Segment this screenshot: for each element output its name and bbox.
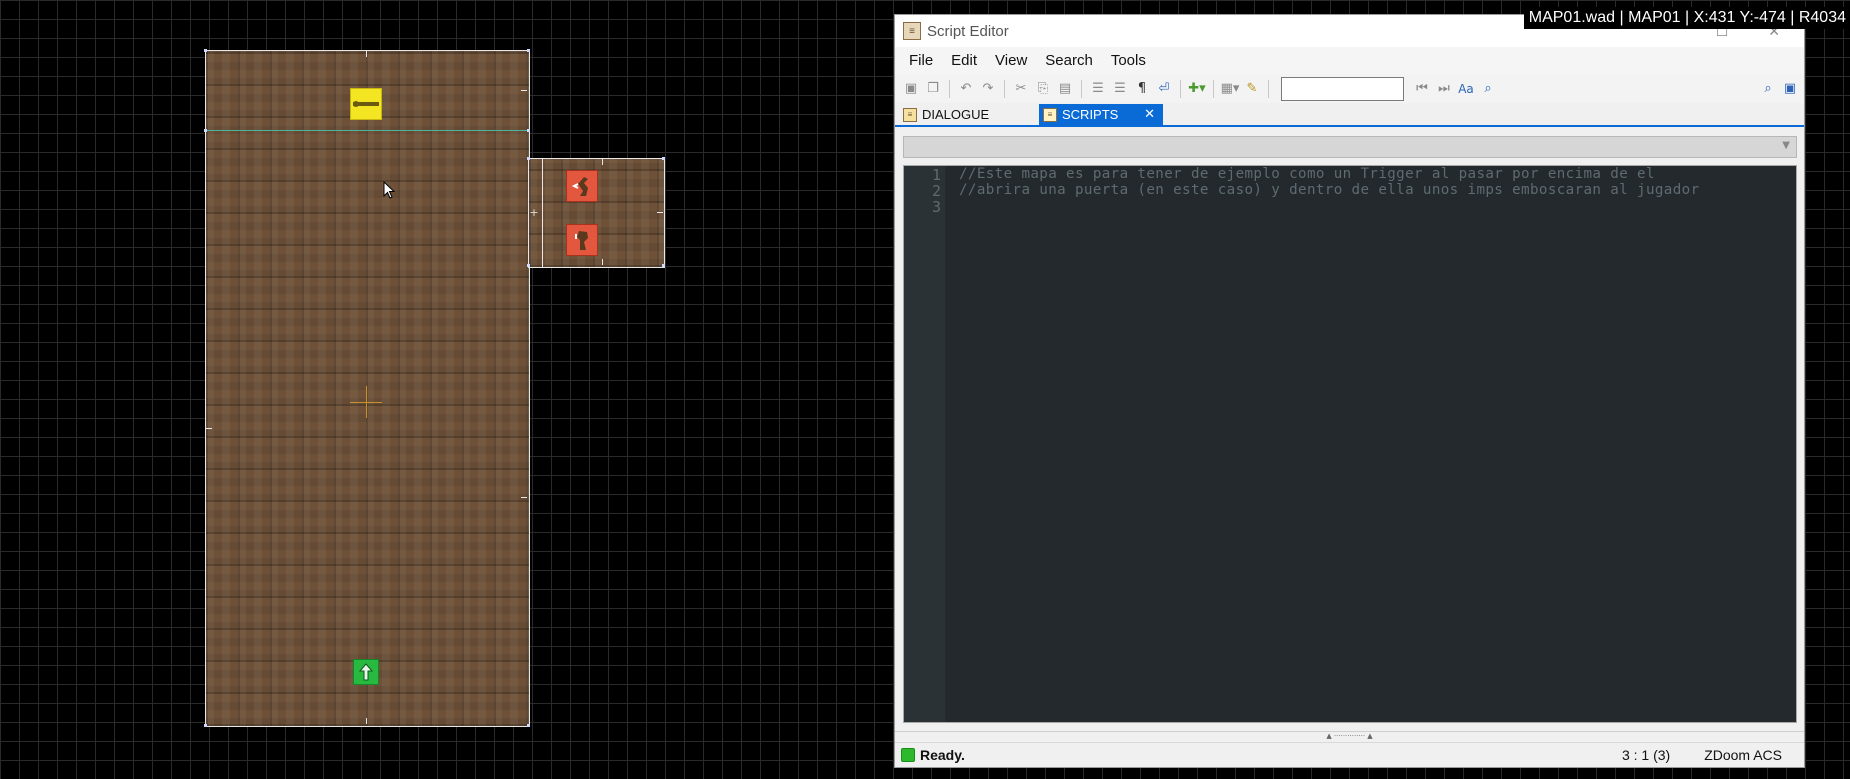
status-bar: Ready. 3 : 1 (3) ZDoom ACS bbox=[895, 742, 1804, 767]
panel-splitter[interactable]: ▲ ·············· ▲ bbox=[895, 731, 1804, 740]
toolbar-separator bbox=[1081, 79, 1082, 98]
sector-main-room[interactable] bbox=[205, 50, 530, 727]
find-icon[interactable]: ⌕ bbox=[1758, 79, 1778, 99]
script-edit-icon[interactable]: ✎ bbox=[1242, 79, 1262, 99]
code-editor[interactable]: 1 2 3 //Este mapa es para tener de ejemp… bbox=[903, 165, 1797, 723]
script-icon: ≡ bbox=[903, 22, 921, 40]
linedef-normal bbox=[602, 159, 603, 165]
script-language: ZDoom ACS bbox=[1704, 747, 1782, 763]
map-status-overlay: MAP01.wad | MAP01 | X:431 Y:-474 | R4034 bbox=[1523, 7, 1850, 29]
toolbar-separator bbox=[1004, 79, 1005, 98]
line-number-gutter: 1 2 3 bbox=[904, 166, 945, 722]
find-replace-icon[interactable]: ⌕ bbox=[1478, 79, 1498, 99]
code-line[interactable]: //Este mapa es para tener de ejemplo com… bbox=[959, 166, 1655, 182]
compile-icon[interactable]: ▦▾ bbox=[1220, 79, 1240, 99]
wrap-icon[interactable]: ⏎ bbox=[1154, 79, 1174, 99]
status-text: Ready. bbox=[920, 747, 965, 763]
linedef-normal bbox=[521, 90, 527, 91]
line-number: 3 bbox=[931, 198, 941, 216]
key-icon[interactable] bbox=[350, 88, 382, 120]
toolbar-separator bbox=[1180, 79, 1181, 98]
save-icon[interactable]: ▣ bbox=[901, 79, 921, 99]
tab-label: DIALOGUE bbox=[922, 107, 990, 122]
close-icon[interactable]: ✕ bbox=[1144, 107, 1157, 122]
imp-icon[interactable] bbox=[566, 170, 598, 202]
paste-icon[interactable]: ▤ bbox=[1055, 79, 1075, 99]
indent-icon[interactable]: ☰ bbox=[1110, 79, 1130, 99]
plus-icon[interactable]: + bbox=[529, 207, 539, 218]
tab-label: SCRIPTS bbox=[1062, 107, 1119, 122]
tab-dialogue[interactable]: ≡ DIALOGUE bbox=[899, 104, 1039, 125]
undo-icon[interactable]: ↶ bbox=[956, 79, 976, 99]
door-linedef[interactable] bbox=[542, 159, 543, 267]
player-start-icon[interactable] bbox=[353, 659, 379, 685]
match-case-icon[interactable]: Aa bbox=[1456, 79, 1476, 99]
script-select-dropdown[interactable]: ▼ bbox=[903, 136, 1797, 158]
copy-icon[interactable]: ⎘ bbox=[1033, 79, 1053, 99]
linedef-normal bbox=[206, 428, 212, 429]
tab-strip: ≡ DIALOGUE ≡ SCRIPTS ✕ bbox=[895, 103, 1804, 127]
linedef-normal bbox=[521, 497, 527, 498]
toolbar-separator bbox=[1268, 79, 1269, 98]
script-icon: ≡ bbox=[1043, 107, 1057, 122]
cursor-position: 3 : 1 (3) bbox=[1621, 747, 1671, 763]
redo-icon[interactable]: ↷ bbox=[978, 79, 998, 99]
find-previous-icon[interactable]: ⏮ bbox=[1412, 79, 1432, 99]
menu-search[interactable]: Search bbox=[1039, 52, 1105, 69]
find-next-icon[interactable]: ⏭ bbox=[1434, 79, 1454, 99]
vertex[interactable] bbox=[527, 49, 530, 52]
search-input[interactable] bbox=[1281, 76, 1404, 101]
linedef-normal bbox=[366, 718, 367, 724]
chevron-down-icon: ▼ bbox=[1782, 140, 1790, 151]
menu-edit[interactable]: Edit bbox=[945, 52, 989, 69]
vertex[interactable] bbox=[204, 129, 207, 132]
menu-view[interactable]: View bbox=[989, 52, 1039, 69]
menu-file[interactable]: File bbox=[903, 52, 945, 69]
whitespace-icon[interactable]: ¶ bbox=[1132, 79, 1152, 99]
vertex[interactable] bbox=[662, 264, 665, 267]
toolbar-separator bbox=[1213, 79, 1214, 98]
help-icon[interactable]: ▣ bbox=[1780, 79, 1800, 99]
puzzle-icon[interactable]: ✚▾ bbox=[1187, 79, 1207, 99]
linedef-normal bbox=[657, 212, 663, 213]
cut-icon[interactable]: ✂ bbox=[1011, 79, 1031, 99]
linedef-normal bbox=[602, 259, 603, 265]
menu-tools[interactable]: Tools bbox=[1105, 52, 1158, 69]
script-icon: ≡ bbox=[903, 107, 917, 122]
vertex[interactable] bbox=[527, 724, 530, 727]
code-line[interactable]: //abrira una puerta (en este caso) y den… bbox=[959, 182, 1700, 198]
vertex[interactable] bbox=[662, 157, 665, 160]
save-all-icon[interactable]: ❐ bbox=[923, 79, 943, 99]
imp-icon[interactable] bbox=[566, 224, 598, 256]
tab-scripts[interactable]: ≡ SCRIPTS ✕ bbox=[1039, 104, 1163, 125]
menubar: File Edit View Search Tools bbox=[895, 47, 1804, 74]
toolbar: ▣ ❐ ↶ ↷ ✂ ⎘ ▤ ☰ ☰ ¶ ⏎ ✚▾ ▦▾ ✎ ⏮ ⏭ Aa ⌕ ⌕… bbox=[895, 74, 1804, 103]
trigger-linedef[interactable] bbox=[205, 130, 530, 131]
vertex[interactable] bbox=[527, 129, 530, 132]
vertex[interactable] bbox=[527, 157, 530, 160]
vertex[interactable] bbox=[204, 49, 207, 52]
mouse-cursor-icon bbox=[383, 181, 395, 199]
map-center-crosshair bbox=[366, 386, 367, 418]
toolbar-separator bbox=[949, 79, 950, 98]
vertex[interactable] bbox=[527, 264, 530, 267]
unindent-icon[interactable]: ☰ bbox=[1088, 79, 1108, 99]
status-light-icon bbox=[901, 748, 915, 762]
vertex[interactable] bbox=[204, 724, 207, 727]
linedef-normal bbox=[366, 51, 367, 57]
window-title: Script Editor bbox=[927, 22, 1009, 40]
script-editor-window[interactable]: ≡ Script Editor ☐ ✕ File Edit View Searc… bbox=[894, 14, 1805, 768]
